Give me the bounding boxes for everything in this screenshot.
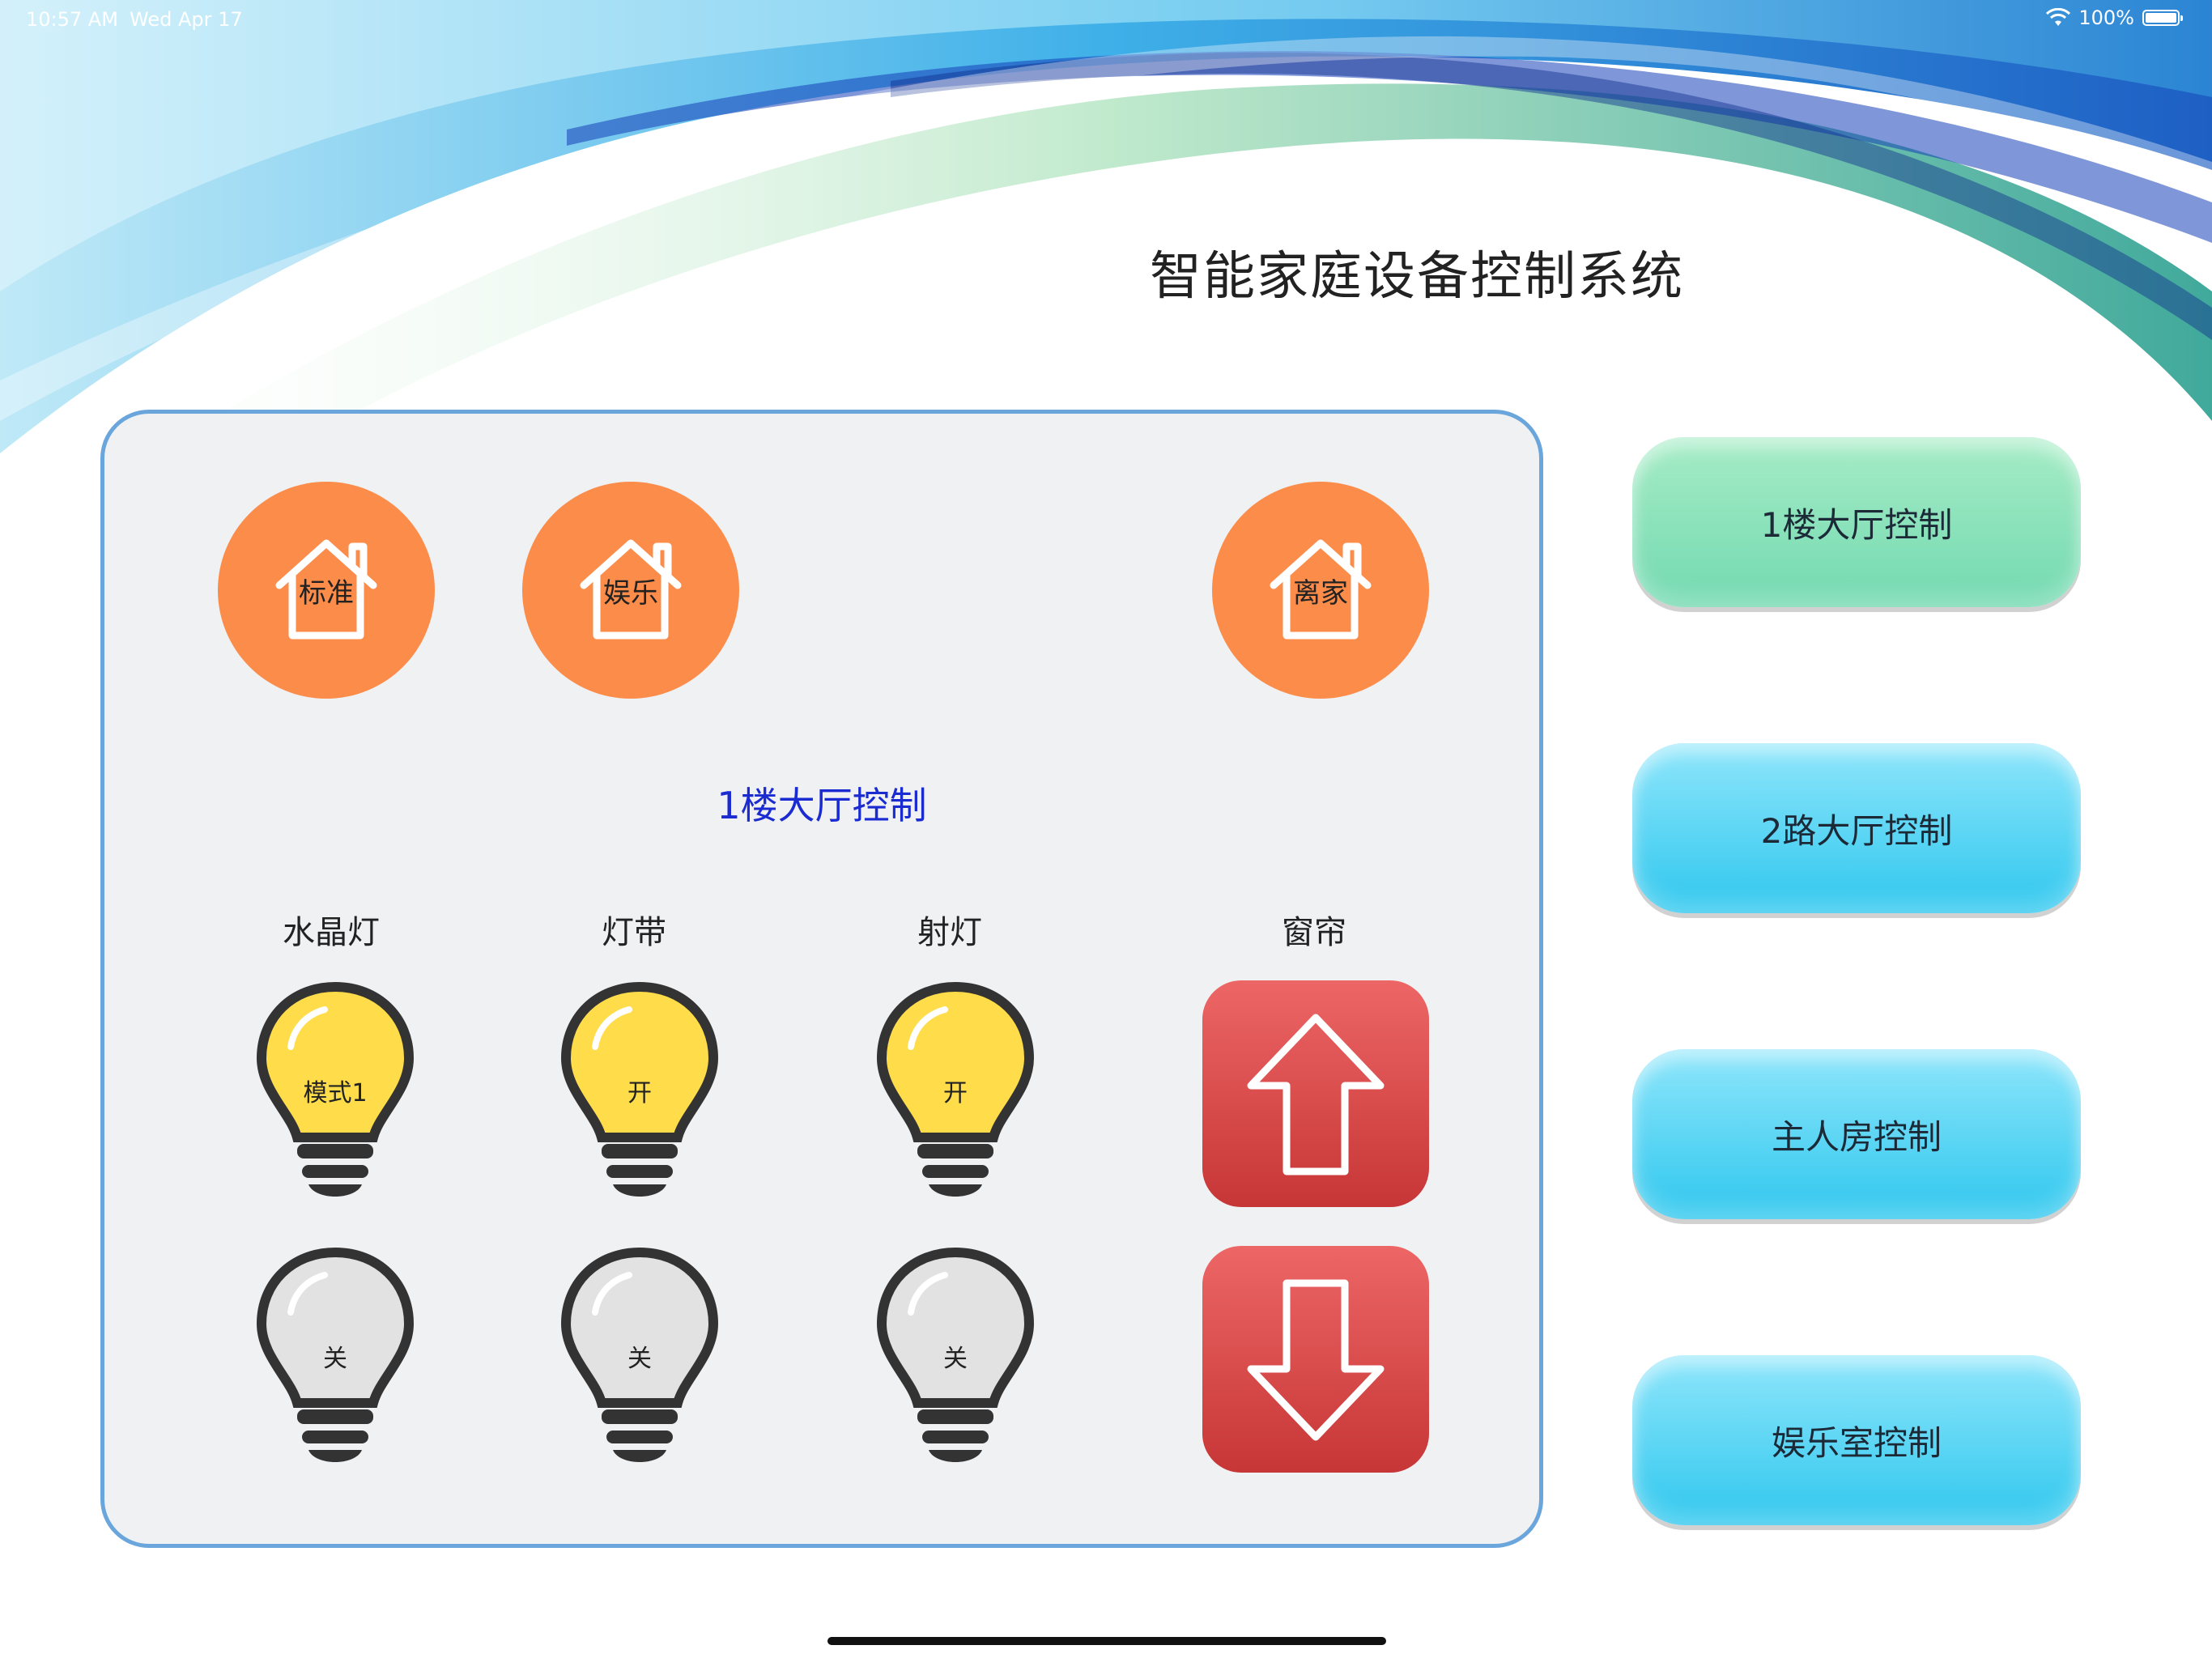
bulb-state-label: 开 [627, 1079, 652, 1107]
scene-label: 娱乐 [603, 576, 658, 610]
status-bar: 10:57 AM Wed Apr 17 100% [0, 0, 2212, 39]
status-time: 10:57 AM [26, 8, 118, 31]
bulb-state-label: 模式1 [303, 1079, 368, 1107]
spotlight-off-button[interactable]: 关 [870, 1243, 1040, 1477]
room-button-label: 娱乐室控制 [1771, 1422, 1942, 1463]
wifi-icon [2046, 8, 2071, 26]
status-date: Wed Apr 17 [130, 8, 243, 31]
battery-percent: 100% [2078, 6, 2134, 29]
device-label-light-strip: 灯带 [602, 914, 666, 951]
control-panel: 标准 娱乐 离家 1楼大厅控制 水晶灯 灯带 射灯 窗帘 模式1 开 开 关 关… [100, 410, 1543, 1548]
curtain-down-button[interactable] [1202, 1246, 1429, 1473]
room-button-label: 1楼大厅控制 [1760, 504, 1953, 545]
bulb-state-label: 关 [323, 1345, 347, 1373]
room-button-entertainment-room[interactable]: 娱乐室控制 [1632, 1355, 2081, 1525]
status-right: 100% [2046, 6, 2183, 29]
arrow-down-icon [1247, 1279, 1385, 1441]
room-button-label: 2路大厅控制 [1760, 810, 1953, 851]
home-indicator[interactable] [827, 1637, 1386, 1645]
bulb-state-label: 关 [627, 1345, 652, 1373]
scene-label: 离家 [1293, 576, 1348, 610]
section-title: 1楼大厅控制 [717, 784, 927, 827]
room-button-1f-hall[interactable]: 1楼大厅控制 [1632, 437, 2081, 607]
spotlight-on-button[interactable]: 开 [870, 977, 1040, 1212]
crystal-light-on-button[interactable]: 模式1 [250, 977, 420, 1212]
device-label-crystal-light: 水晶灯 [283, 914, 380, 951]
room-button-label: 主人房控制 [1771, 1116, 1942, 1157]
device-label-curtain: 窗帘 [1282, 914, 1346, 951]
curtain-up-button[interactable] [1202, 980, 1429, 1207]
arrow-up-icon [1247, 1014, 1385, 1175]
light-strip-on-button[interactable]: 开 [555, 977, 725, 1212]
light-strip-off-button[interactable]: 关 [555, 1243, 725, 1477]
app-title: 智能家庭设备控制系统 [1150, 247, 1684, 307]
bulb-state-label: 开 [943, 1079, 968, 1107]
scene-button-away[interactable]: 离家 [1212, 482, 1429, 699]
device-label-spotlight: 射灯 [917, 914, 982, 951]
scene-button-standard[interactable]: 标准 [218, 482, 435, 699]
room-button-master-room[interactable]: 主人房控制 [1632, 1049, 2081, 1219]
scene-label: 标准 [299, 576, 354, 610]
scene-button-entertainment[interactable]: 娱乐 [522, 482, 739, 699]
battery-icon [2142, 10, 2183, 26]
room-button-2-hall[interactable]: 2路大厅控制 [1632, 743, 2081, 913]
crystal-light-off-button[interactable]: 关 [250, 1243, 420, 1477]
bulb-state-label: 关 [943, 1345, 968, 1373]
